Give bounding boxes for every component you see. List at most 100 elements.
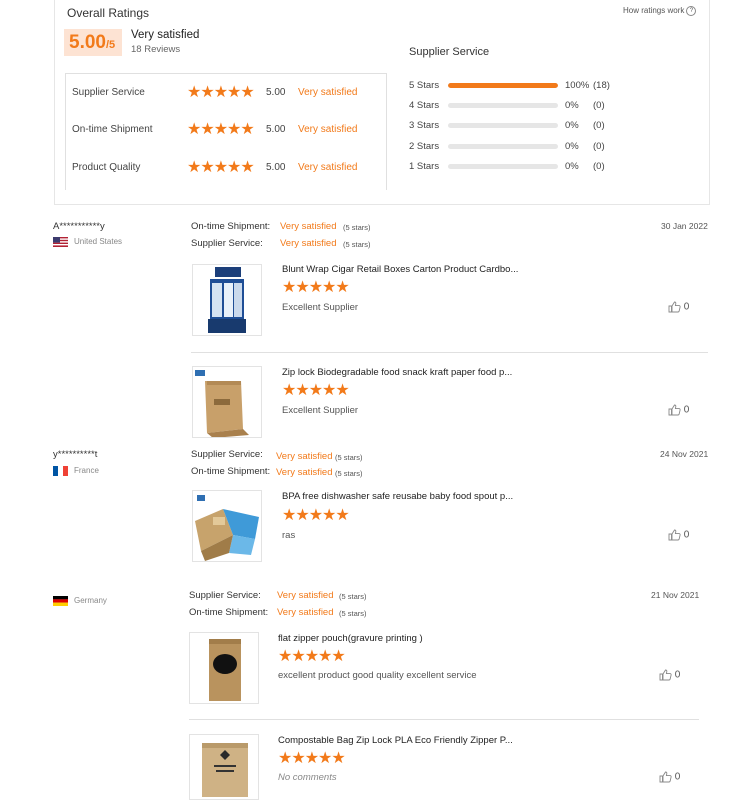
meta-label: Supplier Service: bbox=[191, 449, 263, 460]
product-image bbox=[208, 267, 246, 333]
reviewer-country: Germany bbox=[53, 596, 107, 606]
meta-value: Very satisfied bbox=[277, 590, 334, 601]
product-title-link[interactable]: BPA free dishwasher safe reusabe baby fo… bbox=[282, 491, 513, 502]
distribution-bar bbox=[448, 103, 558, 108]
product-rating-stars: ★★★★★ bbox=[282, 279, 350, 296]
rating-row-verdict: Very satisfied bbox=[298, 87, 358, 98]
how-ratings-work-link[interactable]: How ratings work? bbox=[623, 6, 697, 16]
meta-label: On-time Shipment: bbox=[191, 221, 271, 232]
like-button[interactable]: 0 bbox=[668, 529, 689, 541]
germany-flag-icon bbox=[53, 596, 68, 606]
meta-stars: (5 stars) bbox=[343, 240, 371, 249]
distribution-percent: 0% bbox=[565, 120, 579, 131]
rating-row-score: 5.00 bbox=[266, 124, 286, 135]
meta-label: Supplier Service: bbox=[191, 238, 263, 249]
distribution-bar bbox=[448, 144, 558, 149]
overall-score: 5.00 bbox=[69, 32, 106, 53]
meta-label: On-time Shipment: bbox=[191, 466, 271, 477]
score-max: /5 bbox=[105, 39, 116, 51]
country-name: France bbox=[74, 466, 99, 476]
like-button[interactable]: 0 bbox=[668, 404, 689, 416]
distribution-title: Supplier Service bbox=[409, 46, 490, 58]
product-title-link[interactable]: flat zipper pouch(gravure printing ) bbox=[278, 633, 423, 644]
rating-row-verdict: Very satisfied bbox=[298, 162, 358, 173]
like-count: 0 bbox=[674, 669, 681, 681]
distribution-label: 5 Stars bbox=[409, 80, 440, 91]
meta-value: Very satisfied bbox=[280, 221, 337, 232]
product-rating-stars: ★★★★★ bbox=[282, 382, 350, 399]
distribution-percent: 0% bbox=[565, 100, 579, 111]
review-date: 30 Jan 2022 bbox=[661, 221, 708, 231]
product-thumbnail[interactable] bbox=[192, 366, 262, 438]
product-image bbox=[202, 743, 248, 797]
like-button[interactable]: 0 bbox=[668, 301, 689, 313]
product-divider bbox=[191, 352, 708, 353]
review-comment: No comments bbox=[278, 772, 337, 783]
like-button[interactable]: 0 bbox=[659, 771, 680, 783]
distribution-percent: 100% bbox=[565, 80, 590, 91]
product-thumbnail[interactable] bbox=[189, 632, 259, 704]
distribution-percent: 0% bbox=[565, 161, 579, 172]
country-name: Germany bbox=[74, 596, 107, 606]
thumbs-up-icon bbox=[659, 771, 672, 783]
distribution-count: (0) bbox=[593, 120, 605, 131]
overall-score-badge: 5.00/5 bbox=[64, 29, 122, 56]
rating-row-label: On-time Shipment bbox=[72, 124, 153, 135]
rating-row-stars: ★★★★★ bbox=[187, 121, 255, 138]
overall-verdict: Very satisfied bbox=[131, 29, 200, 41]
distribution-count: (0) bbox=[593, 141, 605, 152]
rating-row-label: Supplier Service bbox=[72, 87, 145, 98]
product-title-link[interactable]: Zip lock Biodegradable food snack kraft … bbox=[282, 367, 512, 378]
meta-stars: (5 stars) bbox=[339, 609, 367, 618]
product-image bbox=[195, 370, 249, 437]
product-image bbox=[195, 495, 259, 561]
product-thumbnail[interactable] bbox=[192, 490, 262, 562]
product-image bbox=[209, 639, 241, 701]
like-count: 0 bbox=[683, 529, 690, 541]
review-date: 24 Nov 2021 bbox=[660, 449, 709, 459]
reviewer-name: y**********t bbox=[53, 449, 98, 460]
rating-row-score: 5.00 bbox=[266, 162, 286, 173]
product-title-link[interactable]: Blunt Wrap Cigar Retail Boxes Carton Pro… bbox=[282, 264, 518, 275]
distribution-label: 2 Stars bbox=[409, 141, 440, 152]
distribution-bar bbox=[448, 123, 558, 128]
meta-value: Very satisfied bbox=[280, 238, 337, 249]
rating-row-stars: ★★★★★ bbox=[187, 84, 255, 101]
rating-row-score: 5.00 bbox=[266, 87, 286, 98]
meta-value: Very satisfied bbox=[276, 467, 333, 478]
distribution-bar bbox=[448, 164, 558, 169]
review-comment: ras bbox=[282, 530, 296, 541]
meta-stars: (5 stars) bbox=[339, 592, 367, 601]
distribution-count: (0) bbox=[593, 161, 605, 172]
thumbs-up-icon bbox=[668, 529, 681, 541]
product-title-link[interactable]: Compostable Bag Zip Lock PLA Eco Friendl… bbox=[278, 735, 513, 746]
reviewer-country: France bbox=[53, 466, 99, 476]
product-thumbnail[interactable] bbox=[192, 264, 262, 336]
meta-label: Supplier Service: bbox=[189, 590, 261, 601]
meta-label: On-time Shipment: bbox=[189, 607, 269, 618]
rating-row-stars: ★★★★★ bbox=[187, 159, 255, 176]
reviews-count: 18 Reviews bbox=[131, 44, 181, 55]
meta-value: Very satisfied bbox=[277, 607, 334, 618]
france-flag-icon bbox=[53, 466, 68, 476]
like-button[interactable]: 0 bbox=[659, 669, 680, 681]
question-icon: ? bbox=[686, 6, 697, 16]
product-rating-stars: ★★★★★ bbox=[278, 750, 346, 767]
reviewer-country: United States bbox=[53, 237, 122, 247]
product-divider bbox=[189, 719, 699, 720]
like-count: 0 bbox=[683, 301, 690, 313]
distribution-label: 1 Stars bbox=[409, 161, 440, 172]
thumbs-up-icon bbox=[668, 404, 681, 416]
meta-stars: (5 stars) bbox=[335, 453, 363, 462]
product-thumbnail[interactable] bbox=[189, 734, 259, 800]
meta-value: Very satisfied bbox=[276, 451, 333, 462]
rating-row-verdict: Very satisfied bbox=[298, 124, 358, 135]
product-rating-stars: ★★★★★ bbox=[278, 648, 346, 665]
overall-ratings-title: Overall Ratings bbox=[67, 6, 150, 20]
product-rating-stars: ★★★★★ bbox=[282, 507, 350, 524]
like-count: 0 bbox=[674, 771, 681, 783]
how-ratings-work-label: How ratings work bbox=[623, 6, 685, 16]
distribution-bar bbox=[448, 83, 558, 88]
meta-stars: (5 stars) bbox=[335, 469, 363, 478]
reviewer-name: A***********y bbox=[53, 221, 105, 232]
